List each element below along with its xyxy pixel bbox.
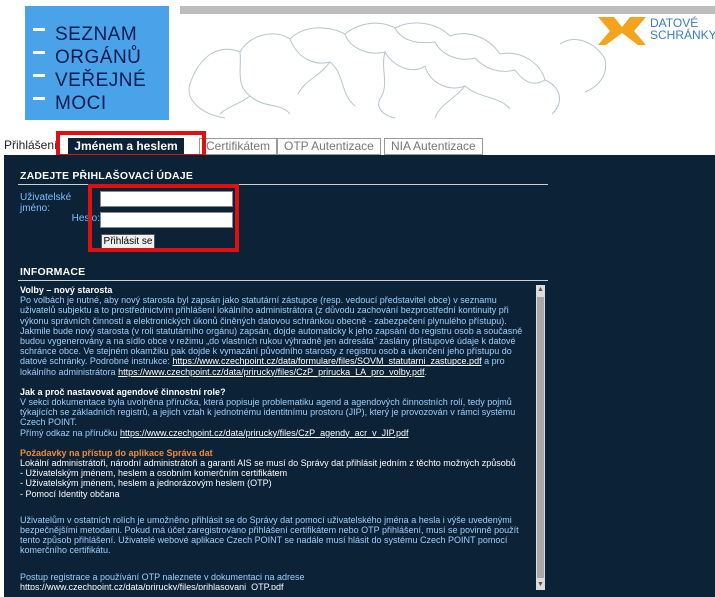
info-block-agendy: Jak a proč nastavovat agendové činnostní… xyxy=(20,387,534,438)
logo-bar xyxy=(33,97,45,100)
czech-map-outline xyxy=(188,22,607,119)
info-link[interactable]: https://www.czechpoint.cz/data/prirucky/… xyxy=(120,428,408,438)
info-text: Postup registrace a používání OTP nalezn… xyxy=(20,571,305,582)
info-link[interactable]: https://www.czechpoint.cz/data/formulare… xyxy=(172,356,481,366)
datove-schranky-logo[interactable]: DATOVÉ SCHRÁNKY xyxy=(598,15,715,47)
info-content: Volby – nový starosta Po volbách je nutn… xyxy=(20,285,534,590)
info-heading: Volby – nový starosta xyxy=(20,285,113,295)
info-block-volby: Volby – nový starosta Po volbách je nutn… xyxy=(20,285,534,377)
info-link[interactable]: https://www.czechpoint.cz/data/prirucky/… xyxy=(118,367,424,377)
logo-line: VEŘEJNÉ xyxy=(55,70,147,91)
info-heading: Požadavky na přístup do aplikace Správa … xyxy=(20,447,213,458)
info-list-item: - Uživatelským jménem, heslem a osobním … xyxy=(20,468,288,479)
info-block-ostatni-role: Uživatelům v ostatních rolích je umožněn… xyxy=(20,515,534,556)
info-block-otp: Postup registrace a používání OTP nalezn… xyxy=(20,572,534,590)
info-section-title: INFORMACE xyxy=(20,266,86,278)
tab-nia-autentizace[interactable]: NIA Autentizace xyxy=(384,138,483,155)
header-rule xyxy=(180,6,715,14)
info-text: Přímý odkaz na příručku xyxy=(20,427,121,438)
logo-line: ORGÁNŮ xyxy=(55,47,142,68)
logo-bar xyxy=(33,28,45,31)
info-list-item: - Pomocí Identity občana xyxy=(20,488,120,499)
logo-bar xyxy=(33,51,45,54)
scroll-down-icon[interactable]: ▼ xyxy=(536,580,545,590)
scroll-thumb[interactable] xyxy=(537,297,544,578)
info-link[interactable]: https://www.czechpoint.cz/data/prirucky/… xyxy=(20,582,283,590)
info-text: . xyxy=(424,366,428,377)
info-text: V sekci dokumentace byla uvolněna příruč… xyxy=(20,397,516,428)
login-method-label: Přihlášení: xyxy=(4,138,61,152)
page-header: SEZNAM ORGÁNŮ VEŘEJNÉ MOCI DATOVÉ SCHRÁN… xyxy=(0,0,715,134)
info-heading: Jak a proč nastavovat agendové činnostní… xyxy=(20,386,226,397)
datove-schranky-text: DATOVÉ SCHRÁNKY xyxy=(650,17,715,41)
info-scrollbar[interactable]: ▲ ▼ xyxy=(536,285,545,590)
logo-text: SEZNAM ORGÁNŮ VEŘEJNÉ MOCI xyxy=(55,23,146,115)
section-divider xyxy=(18,280,548,281)
login-section-title: ZADEJTE PŘIHLAŠOVACÍ ÚDAJE xyxy=(20,170,194,182)
info-text: Lokální administrátoři, národní administ… xyxy=(20,458,516,469)
info-block-sprava-dat: Požadavky na přístup do aplikace Správa … xyxy=(20,448,534,499)
info-list-item: - Uživatelským jménem, heslem a jednoráz… xyxy=(20,478,272,489)
tab-otp-autentizace[interactable]: OTP Autentizace xyxy=(277,138,381,155)
highlight-frame xyxy=(56,131,206,158)
ds-line2: SCHRÁNKY xyxy=(650,28,715,42)
tab-certifikatem[interactable]: Certifikátem xyxy=(199,138,278,155)
datove-schranky-mark-icon xyxy=(598,17,646,45)
info-text: Uživatelům v ostatních rolích je umožněn… xyxy=(20,514,519,556)
logo-line: MOCI xyxy=(55,93,107,114)
logo-bar xyxy=(33,74,45,77)
scroll-up-icon[interactable]: ▲ xyxy=(536,285,545,295)
highlight-frame xyxy=(88,184,239,252)
logo-line: SEZNAM xyxy=(55,24,138,45)
seznam-organu-logo[interactable]: SEZNAM ORGÁNŮ VEŘEJNÉ MOCI xyxy=(25,6,169,120)
